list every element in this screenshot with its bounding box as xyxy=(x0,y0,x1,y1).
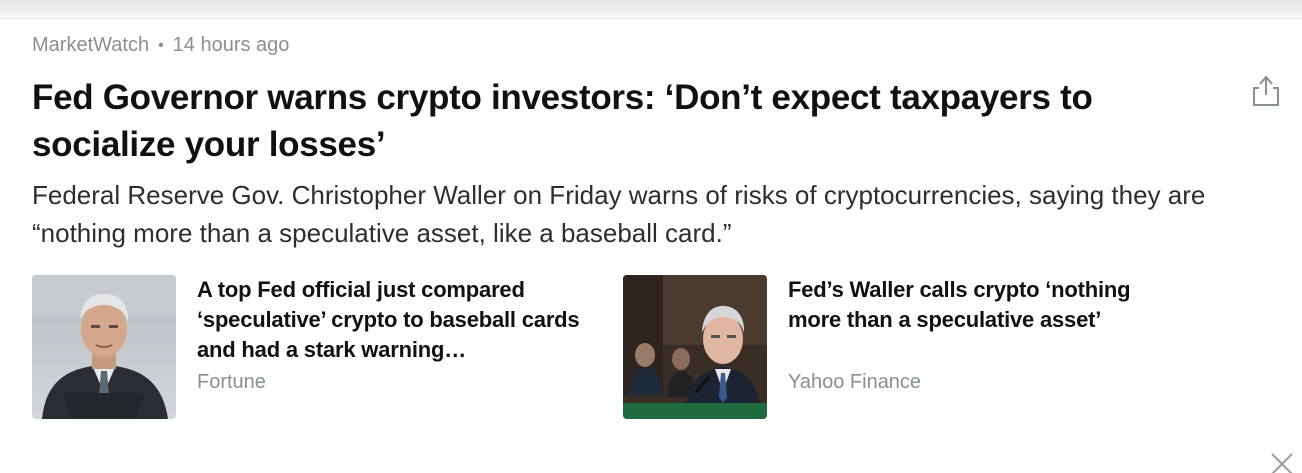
close-button[interactable] xyxy=(1270,452,1294,473)
article-summary: Federal Reserve Gov. Christopher Waller … xyxy=(32,180,1206,248)
news-card: MarketWatch • 14 hours ago Fed Governor … xyxy=(0,0,1302,473)
article-headline[interactable]: Fed Governor warns crypto investors: ‘Do… xyxy=(32,74,1172,168)
top-divider xyxy=(0,0,1302,19)
article-meta: MarketWatch • 14 hours ago xyxy=(32,34,289,57)
article-time: 14 hours ago xyxy=(172,34,290,56)
article-source: MarketWatch xyxy=(32,34,150,56)
related-title[interactable]: Fed’s Waller calls crypto ‘nothing more … xyxy=(788,275,1188,335)
share-icon xyxy=(1253,75,1279,106)
related-thumbnail xyxy=(623,275,767,419)
related-thumbnail xyxy=(32,275,176,419)
meta-separator: • xyxy=(158,36,164,54)
share-button[interactable] xyxy=(1248,70,1284,108)
related-source: Yahoo Finance xyxy=(788,371,922,393)
related-story-yahoo-finance[interactable]: Fed’s Waller calls crypto ‘nothing more … xyxy=(623,275,1131,420)
related-story-fortune[interactable]: A top Fed official just compared ‘specul… xyxy=(32,275,580,420)
related-source: Fortune xyxy=(197,371,266,393)
related-title[interactable]: A top Fed official just compared ‘specul… xyxy=(197,275,597,365)
close-icon xyxy=(1271,453,1293,473)
